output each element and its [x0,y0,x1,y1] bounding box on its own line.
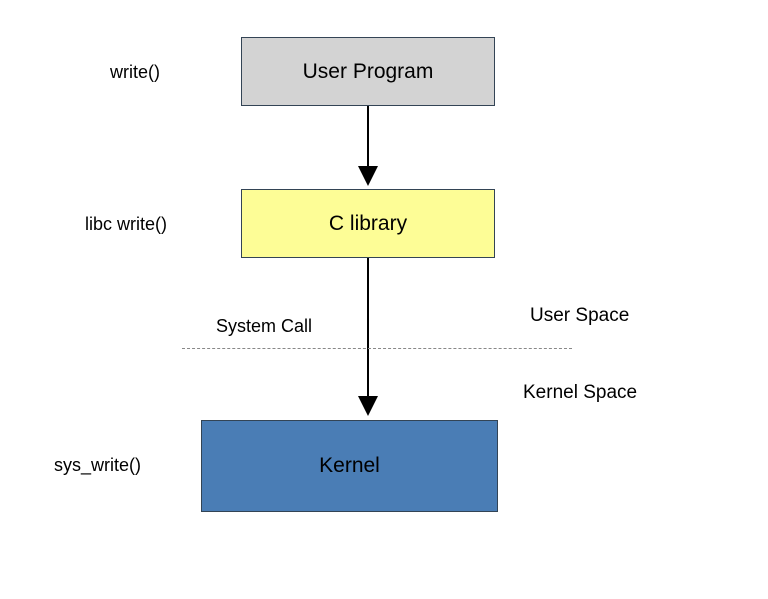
user-program-label: User Program [303,60,434,84]
user-program-box: User Program [241,37,495,106]
user-kernel-boundary [182,348,572,349]
sys-write-label: sys_write() [54,455,141,476]
system-call-label: System Call [216,316,312,337]
arrow-user-to-lib [367,106,369,166]
kernel-label: Kernel [319,454,380,478]
write-label: write() [110,62,160,83]
libc-write-label: libc write() [85,214,167,235]
kernel-space-label: Kernel Space [523,382,637,404]
arrow-head-lib-to-kernel [358,396,378,416]
arrow-head-user-to-lib [358,166,378,186]
arrow-lib-to-kernel [367,258,369,396]
user-space-label: User Space [530,305,629,327]
c-library-label: C library [329,212,407,236]
kernel-box: Kernel [201,420,498,512]
c-library-box: C library [241,189,495,258]
